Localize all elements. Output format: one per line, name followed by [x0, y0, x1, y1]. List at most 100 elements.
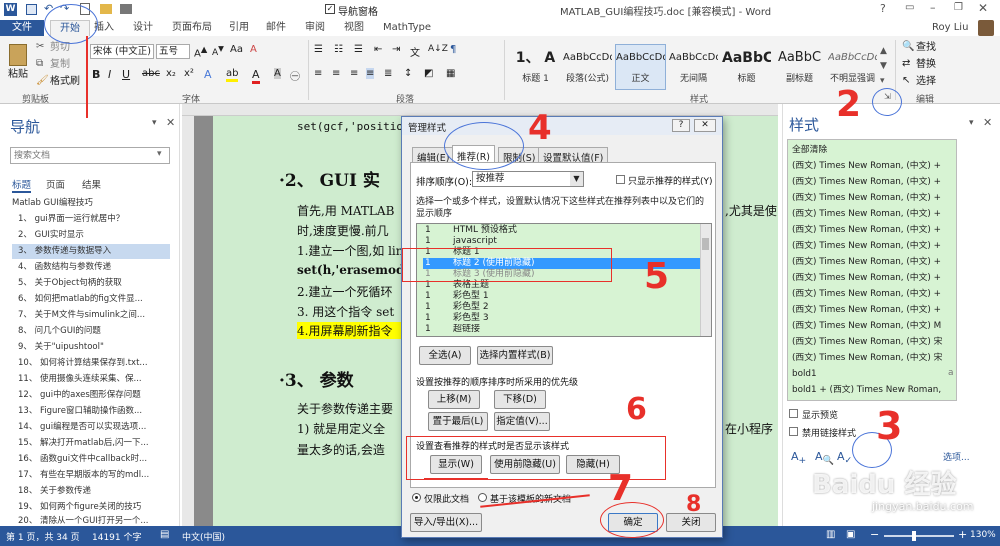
- nav-search-icon[interactable]: ▾: [157, 149, 162, 159]
- font-size-select[interactable]: 五号: [156, 44, 190, 59]
- restore-icon[interactable]: ❐: [954, 2, 963, 13]
- clear-format-icon[interactable]: A: [250, 44, 257, 55]
- move-up-button[interactable]: 上移(M): [428, 390, 480, 409]
- shading-icon[interactable]: ◩: [424, 68, 433, 79]
- zoom-in-icon[interactable]: +: [958, 528, 967, 541]
- only-recommended-checkbox[interactable]: [616, 175, 625, 184]
- styles-list-item[interactable]: (西文) Times New Roman, (中文) +: [792, 190, 952, 206]
- read-mode-icon[interactable]: ▥: [826, 529, 835, 540]
- list-item[interactable]: 1 彩色型 2: [423, 302, 706, 313]
- zoom-slider[interactable]: [884, 535, 954, 537]
- help-icon[interactable]: ?: [880, 2, 886, 15]
- nav-item[interactable]: 4、 函数结构与参数传递: [18, 260, 176, 275]
- nav-search-input[interactable]: [10, 147, 170, 164]
- dialog-close-button[interactable]: ✕: [694, 119, 716, 132]
- nav-item[interactable]: 18、 关于参数传递: [18, 484, 176, 499]
- new-docs-radio[interactable]: [478, 493, 487, 502]
- styles-list-item[interactable]: bold1 + (西文) Times New Roman,: [792, 382, 952, 398]
- nav-item[interactable]: Matlab GUI编程技巧: [12, 196, 170, 211]
- assign-value-button[interactable]: 指定值(V)...: [494, 412, 550, 431]
- new-style-icon[interactable]: A+: [791, 450, 806, 466]
- save-icon[interactable]: [26, 4, 37, 15]
- styles-pane-close-icon[interactable]: ✕: [983, 116, 992, 129]
- styles-list-item[interactable]: (西文) Times New Roman, (中文) +: [792, 286, 952, 302]
- ribbon-options-icon[interactable]: ▭: [905, 2, 914, 13]
- nav-item[interactable]: 7、 关于M文件与simulink之间...: [18, 308, 176, 323]
- nav-item[interactable]: 14、 gui编程是否可以实现选项...: [18, 420, 176, 435]
- zoom-out-icon[interactable]: −: [870, 528, 879, 541]
- grow-font-icon[interactable]: A▲: [194, 44, 207, 59]
- close-icon[interactable]: ✕: [978, 1, 988, 15]
- numbering-icon[interactable]: ☷: [334, 44, 343, 55]
- font-color-icon[interactable]: A: [252, 68, 260, 84]
- styles-list-item[interactable]: (西文) Times New Roman, (中文) +: [792, 302, 952, 318]
- select-all-button[interactable]: 全选(A): [419, 346, 471, 365]
- style-subtitle[interactable]: AaBbC 副标题: [774, 44, 825, 90]
- open-icon[interactable]: [100, 4, 112, 14]
- page-count[interactable]: 第 1 页，共 34 页: [6, 530, 80, 543]
- replace-icon[interactable]: ⇄: [902, 58, 910, 69]
- select-button[interactable]: 选择: [916, 75, 936, 89]
- nav-close-icon[interactable]: ✕: [166, 116, 175, 129]
- borders-icon[interactable]: ▦: [446, 68, 455, 79]
- distributed-icon[interactable]: ≣: [384, 68, 392, 79]
- justify-icon[interactable]: ≡: [366, 68, 375, 79]
- print-layout-icon[interactable]: ▣: [846, 529, 855, 540]
- nav-item[interactable]: 13、 Figure窗口辅助操作函数...: [18, 404, 176, 419]
- qat-checkbox-icon[interactable]: ✓: [325, 4, 335, 14]
- nav-item[interactable]: 10、 如何将计算结果保存到.txt...: [18, 356, 176, 371]
- align-center-icon[interactable]: ≡: [332, 68, 340, 79]
- style-heading1[interactable]: 1、 A 标题 1: [510, 44, 561, 90]
- nav-tab-headings[interactable]: 标题: [12, 177, 32, 193]
- align-right-icon[interactable]: ≡: [350, 68, 358, 79]
- tab-mailings[interactable]: 邮件: [266, 20, 286, 36]
- underline-icon[interactable]: U: [122, 68, 130, 81]
- nav-item[interactable]: 12、 gui中的axes图形保存问题: [18, 388, 176, 403]
- dialog-help-button[interactable]: ?: [672, 119, 690, 132]
- replace-button[interactable]: 替换: [916, 58, 936, 72]
- tab-references[interactable]: 引用: [229, 20, 249, 36]
- decrease-indent-icon[interactable]: ⇤: [374, 44, 382, 55]
- select-icon[interactable]: ↖: [902, 75, 910, 86]
- language[interactable]: 中文(中国): [182, 530, 225, 543]
- copy-button[interactable]: 复制: [50, 58, 70, 72]
- nav-item[interactable]: 19、 如何两个figure关闭的技巧: [18, 500, 176, 515]
- chinese-layout-icon[interactable]: 文: [410, 44, 420, 59]
- select-builtin-button[interactable]: 选择内置样式(B): [477, 346, 553, 365]
- styles-list-item[interactable]: bold1: [792, 366, 952, 382]
- print-icon[interactable]: [120, 4, 132, 14]
- styles-list-item[interactable]: (西文) Times New Roman, (中文) +: [792, 254, 952, 270]
- move-last-button[interactable]: 置于最后(L): [428, 412, 488, 431]
- styles-list-item[interactable]: (西文) Times New Roman, (中文) +: [792, 206, 952, 222]
- styles-list-item[interactable]: 全部清除: [792, 142, 952, 158]
- highlight-icon[interactable]: ab: [226, 68, 239, 82]
- tab-design[interactable]: 设计: [133, 20, 153, 36]
- tab-file[interactable]: 文件: [0, 20, 44, 36]
- nav-item[interactable]: 8、 问几个GUI的问题: [18, 324, 176, 339]
- nav-item[interactable]: 16、 函数gui文件中callback时...: [18, 452, 176, 467]
- nav-item-selected[interactable]: 3、 参数传递与数据导入: [12, 244, 170, 259]
- list-item[interactable]: 1 超链接: [423, 324, 706, 336]
- list-item[interactable]: 1 HTML 预设格式: [423, 225, 706, 236]
- styles-options-link[interactable]: 选项...: [943, 450, 970, 463]
- format-painter-icon[interactable]: 🖌: [36, 75, 49, 86]
- styles-list-item[interactable]: (西文) Times New Roman, (中文) +: [792, 270, 952, 286]
- char-shading-icon[interactable]: A: [274, 68, 281, 79]
- show-preview-checkbox[interactable]: [789, 409, 798, 418]
- nav-tab-results[interactable]: 结果: [82, 177, 101, 191]
- italic-icon[interactable]: I: [108, 68, 111, 81]
- style-para-formula[interactable]: AaBbCcDd 段落(公式): [562, 44, 613, 90]
- nav-item[interactable]: 1、 gui界面一运行就居中？: [18, 212, 176, 227]
- sort-icon[interactable]: A↓Z: [428, 44, 448, 54]
- styles-list-item[interactable]: (西文) Times New Roman, (中文) +: [792, 174, 952, 190]
- change-case-icon[interactable]: Aa: [230, 44, 243, 55]
- bullets-icon[interactable]: ☰: [314, 44, 323, 55]
- disable-linked-checkbox[interactable]: [789, 427, 798, 436]
- word-count[interactable]: 14191 个字: [92, 530, 142, 543]
- nav-item[interactable]: 17、 有些在早期版本的写的mdl...: [18, 468, 176, 483]
- tab-mathtype[interactable]: MathType: [383, 20, 431, 36]
- move-down-button[interactable]: 下移(D): [494, 390, 546, 409]
- tab-view[interactable]: 视图: [344, 20, 364, 36]
- styles-list[interactable]: 全部清除 (西文) Times New Roman, (中文) + (西文) T…: [787, 139, 957, 401]
- multilevel-list-icon[interactable]: ☰: [354, 44, 363, 55]
